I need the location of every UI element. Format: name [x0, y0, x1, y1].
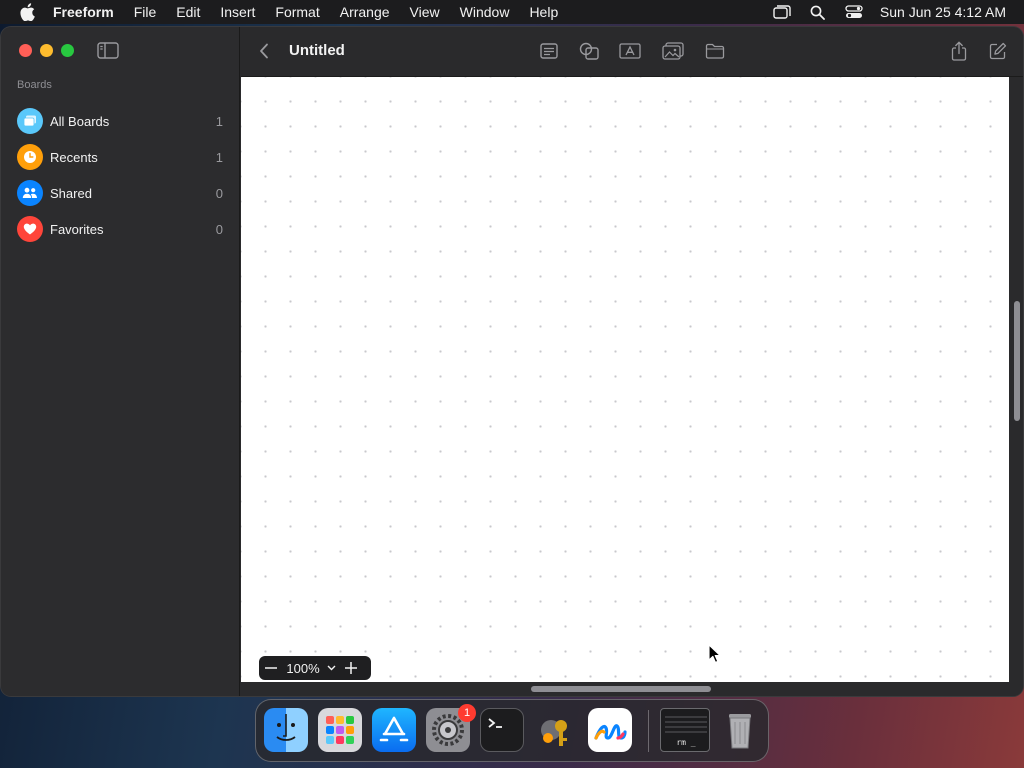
sidebar-section-label: Boards: [17, 79, 52, 91]
menu-help[interactable]: Help: [529, 4, 558, 20]
system-settings-icon[interactable]: 1: [426, 704, 476, 752]
menu-insert[interactable]: Insert: [220, 4, 255, 20]
mouse-pointer-icon: [708, 644, 722, 664]
new-board-icon[interactable]: [986, 40, 1010, 62]
menu-bar-clock[interactable]: Sun Jun 25 4:12 AM: [880, 4, 1006, 20]
text-box-icon[interactable]: [618, 40, 642, 62]
sidebar-item-all-boards[interactable]: All Boards 1: [17, 103, 223, 139]
screen-mirroring-icon[interactable]: [772, 2, 792, 22]
freeform-window: Boards All Boards 1 Recents 1 Shared 0 F…: [1, 27, 1023, 696]
finder-icon[interactable]: [264, 708, 308, 752]
media-icon[interactable]: [661, 40, 685, 62]
sidebar-item-label: Favorites: [50, 221, 104, 237]
sidebar-item-recents[interactable]: Recents 1: [17, 139, 223, 175]
terminal-preview-label: rm _: [676, 738, 696, 747]
sidebar-item-label: Shared: [50, 185, 92, 201]
apple-menu-icon[interactable]: [17, 2, 37, 22]
sidebar-item-label: All Boards: [50, 113, 110, 129]
menu-format[interactable]: Format: [275, 4, 319, 20]
zoom-level[interactable]: 100%: [283, 661, 323, 676]
window-controls: [19, 44, 74, 57]
heart-icon: [17, 216, 43, 242]
dock-separator: [648, 710, 649, 752]
boards-list: All Boards 1 Recents 1 Shared 0 Favorite…: [17, 103, 223, 247]
chevron-left-icon[interactable]: [259, 41, 275, 61]
boards-icon: [17, 108, 43, 134]
sticky-note-icon[interactable]: [537, 40, 561, 62]
keychain-access-icon[interactable]: [534, 708, 578, 752]
chevron-down-icon[interactable]: [323, 656, 339, 680]
menu-bar: Freeform File Edit Insert Format Arrange…: [0, 0, 1024, 24]
dock: 1 rm _: [255, 699, 769, 762]
menu-window[interactable]: Window: [460, 4, 510, 20]
terminal-icon[interactable]: [480, 708, 524, 752]
toolbar: Untitled: [241, 27, 1023, 77]
close-window-button[interactable]: [19, 44, 32, 57]
sidebar: Boards All Boards 1 Recents 1 Shared 0 F…: [1, 27, 240, 696]
zoom-control: 100%: [259, 656, 371, 680]
trash-icon[interactable]: [718, 708, 762, 752]
sidebar-item-label: Recents: [50, 149, 98, 165]
menu-app-name[interactable]: Freeform: [53, 4, 114, 20]
board-title[interactable]: Untitled: [289, 42, 345, 59]
horizontal-scrollbar[interactable]: [531, 686, 711, 692]
zoom-window-button[interactable]: [61, 44, 74, 57]
sidebar-toggle-icon[interactable]: [97, 42, 119, 59]
zoom-out-button[interactable]: [259, 656, 283, 680]
sidebar-item-favorites[interactable]: Favorites 0: [17, 211, 223, 247]
shapes-icon[interactable]: [577, 40, 601, 62]
menu-arrange[interactable]: Arrange: [340, 4, 390, 20]
spotlight-search-icon[interactable]: [808, 2, 828, 22]
vertical-scrollbar[interactable]: [1014, 301, 1020, 421]
board-canvas[interactable]: [241, 77, 1009, 682]
sidebar-item-shared[interactable]: Shared 0: [17, 175, 223, 211]
sidebar-item-count: 0: [215, 185, 223, 201]
control-center-icon[interactable]: [844, 2, 864, 22]
sidebar-item-count: 0: [215, 221, 223, 237]
share-icon[interactable]: [947, 40, 971, 62]
freeform-app-icon[interactable]: [588, 708, 632, 752]
menu-edit[interactable]: Edit: [176, 4, 200, 20]
zoom-in-button[interactable]: [339, 656, 363, 680]
launchpad-icon[interactable]: [318, 708, 362, 752]
minimize-window-button[interactable]: [40, 44, 53, 57]
sidebar-item-count: 1: [215, 149, 223, 165]
terminal-window-preview[interactable]: rm _: [660, 708, 710, 752]
app-store-icon[interactable]: [372, 708, 416, 752]
people-icon: [17, 180, 43, 206]
file-icon[interactable]: [703, 40, 727, 62]
clock-icon: [17, 144, 43, 170]
notification-badge: 1: [458, 704, 476, 722]
menu-file[interactable]: File: [134, 4, 157, 20]
menu-view[interactable]: View: [410, 4, 440, 20]
sidebar-item-count: 1: [215, 113, 223, 129]
